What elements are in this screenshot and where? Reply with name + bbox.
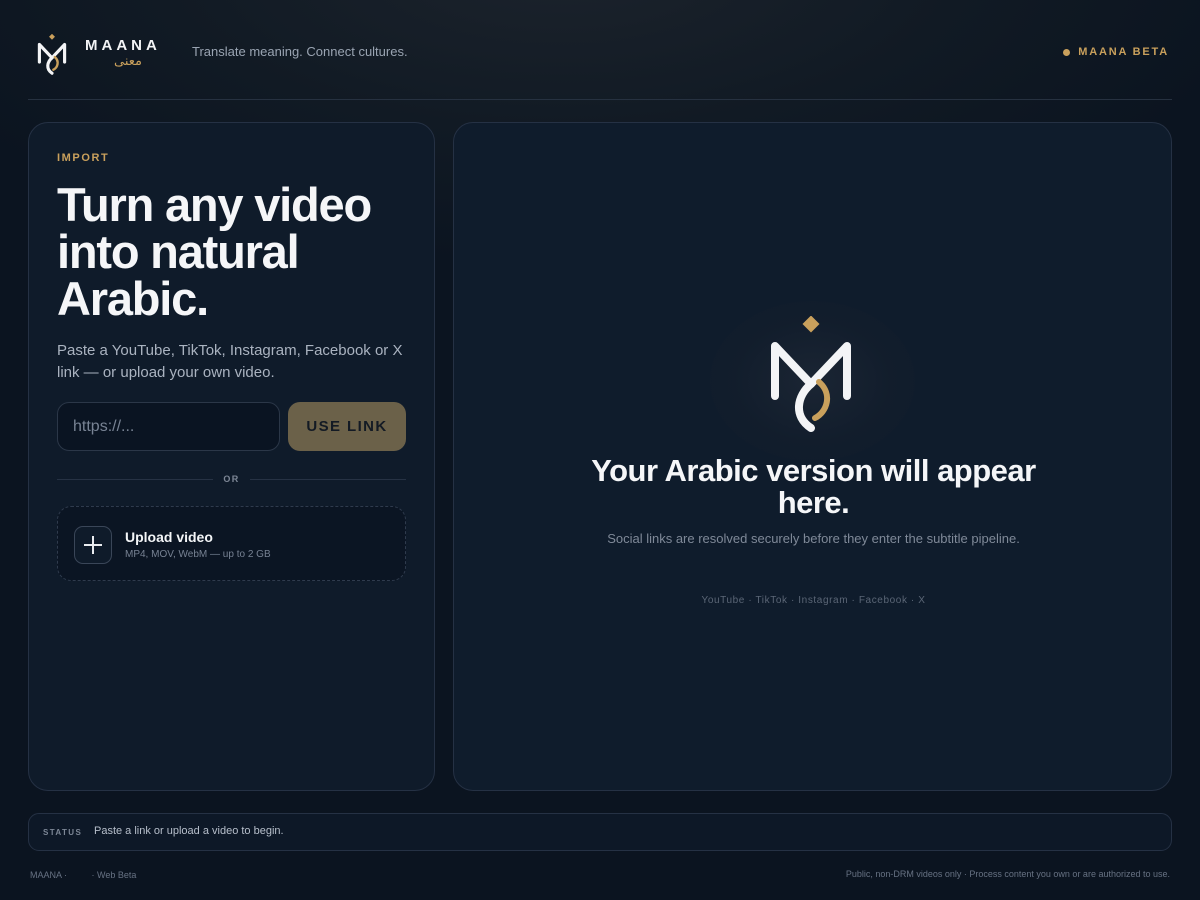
- app-header: MAANA معنى Translate meaning. Connect cu…: [28, 0, 1172, 100]
- preview-empty-title: Your Arabic version will appear here.: [591, 453, 1036, 520]
- brand-name: MAANA: [85, 37, 161, 54]
- or-label: OR: [223, 474, 240, 484]
- import-description: Paste a YouTube, TikTok, Instagram, Face…: [57, 342, 403, 381]
- brand-arabic-name: معنى: [114, 54, 142, 69]
- upload-title: Upload video: [125, 529, 213, 545]
- use-link-button[interactable]: USE LINK: [288, 402, 406, 451]
- plus-icon[interactable]: [74, 526, 112, 564]
- footer-brand-name: MAANA ·: [30, 870, 68, 880]
- or-divider: OR: [57, 472, 406, 486]
- footer-disclaimer: Public, non-DRM videos only · Process co…: [845, 869, 1170, 879]
- upload-video-dropzone[interactable]: Upload video MP4, MOV, WebM — up to 2 GB: [57, 506, 406, 581]
- tagline: Translate meaning. Connect cultures.: [192, 44, 408, 59]
- status-label: STATUS: [43, 828, 83, 837]
- preview-empty-subtitle: Social links are resolved securely befor…: [607, 531, 1020, 546]
- footer-edition: · Web Beta: [91, 870, 137, 880]
- preview-panel: Your Arabic version will appear here. So…: [453, 122, 1172, 791]
- supported-platforms: YouTube · TikTok · Instagram · Facebook …: [701, 595, 926, 606]
- video-url-input[interactable]: [57, 402, 280, 451]
- status-message: Paste a link or upload a video to begin.: [94, 825, 284, 837]
- maana-logo-icon[interactable]: [36, 34, 68, 76]
- import-headline: Turn any video into natural Arabic.: [57, 178, 372, 325]
- status-dot-icon: [1063, 48, 1071, 56]
- divider-line: [249, 478, 406, 480]
- import-panel: IMPORT Turn any video into natural Arabi…: [28, 122, 435, 791]
- divider-line: [57, 478, 214, 480]
- beta-label: MAANA BETA: [1078, 46, 1169, 58]
- import-eyebrow: IMPORT: [57, 152, 110, 164]
- status-bar: STATUS Paste a link or upload a video to…: [28, 813, 1172, 851]
- maana-logo-icon: [771, 316, 851, 432]
- upload-formats: MP4, MOV, WebM — up to 2 GB: [125, 549, 271, 560]
- beta-badge: MAANA BETA: [1063, 46, 1169, 58]
- footer-brand: MAANA · · Web Beta: [30, 870, 136, 880]
